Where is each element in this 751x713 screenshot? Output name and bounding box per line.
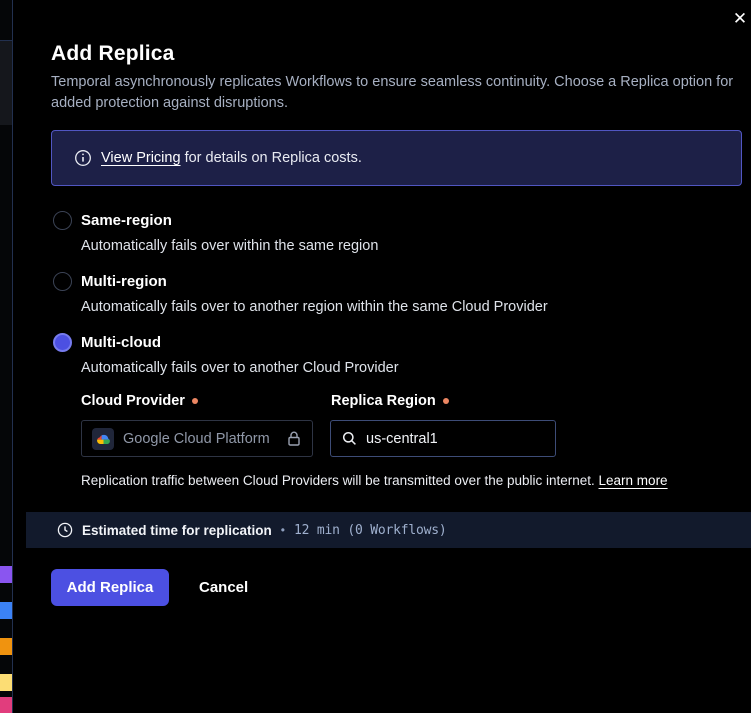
cloud-provider-value: Google Cloud Platform	[123, 431, 277, 447]
cancel-button[interactable]: Cancel	[185, 569, 262, 606]
close-button[interactable]: ✕	[727, 6, 751, 32]
close-icon: ✕	[733, 9, 747, 28]
radio-multi-cloud[interactable]	[53, 333, 72, 352]
google-cloud-icon	[92, 428, 114, 450]
search-icon	[342, 431, 357, 446]
page-stripe	[0, 602, 12, 619]
replica-region-value: us-central1	[366, 431, 438, 447]
page-stripe	[0, 697, 12, 713]
pricing-info-banner: View Pricing for details on Replica cost…	[51, 130, 742, 186]
add-replica-modal: ✕ Add Replica Temporal asynchronously re…	[13, 0, 751, 713]
clock-icon	[57, 522, 73, 538]
estimate-value: 12 min (0 Workflows)	[294, 523, 447, 538]
radio-multi-region[interactable]	[53, 272, 72, 291]
view-pricing-link[interactable]: View Pricing	[101, 150, 181, 166]
option-label-multi-cloud[interactable]: Multi-cloud	[81, 333, 161, 352]
learn-more-link[interactable]: Learn more	[599, 473, 668, 488]
radio-same-region[interactable]	[53, 211, 72, 230]
lock-icon	[286, 430, 302, 447]
required-dot	[443, 398, 449, 404]
option-desc-multi-region: Automatically fails over to another regi…	[81, 298, 548, 317]
add-replica-button[interactable]: Add Replica	[51, 569, 169, 606]
page-stripe	[0, 674, 12, 691]
pricing-banner-text: for details on Replica costs.	[185, 150, 362, 166]
cloud-provider-select: Google Cloud Platform	[81, 420, 313, 457]
option-desc-same-region: Automatically fails over within the same…	[81, 237, 378, 256]
page-root: ✕ Add Replica Temporal asynchronously re…	[0, 0, 751, 713]
estimate-banner: Estimated time for replication • 12 min …	[26, 512, 751, 548]
option-label-same-region[interactable]: Same-region	[81, 211, 172, 230]
background-panel	[0, 41, 12, 125]
replica-region-label: Replica Region	[331, 393, 449, 409]
page-stripe	[0, 638, 12, 655]
modal-title: Add Replica	[51, 42, 175, 66]
public-internet-note: Replication traffic between Cloud Provid…	[81, 473, 668, 488]
required-dot	[192, 398, 198, 404]
estimate-separator: •	[281, 523, 285, 537]
modal-description: Temporal asynchronously replicates Workf…	[51, 72, 748, 114]
estimate-label: Estimated time for replication	[82, 523, 272, 538]
option-desc-multi-cloud: Automatically fails over to another Clou…	[81, 359, 399, 378]
cloud-provider-label: Cloud Provider	[81, 393, 198, 409]
page-stripe	[0, 566, 12, 583]
replica-region-input[interactable]: us-central1	[330, 420, 556, 457]
info-icon	[74, 149, 92, 167]
option-label-multi-region[interactable]: Multi-region	[81, 272, 167, 291]
